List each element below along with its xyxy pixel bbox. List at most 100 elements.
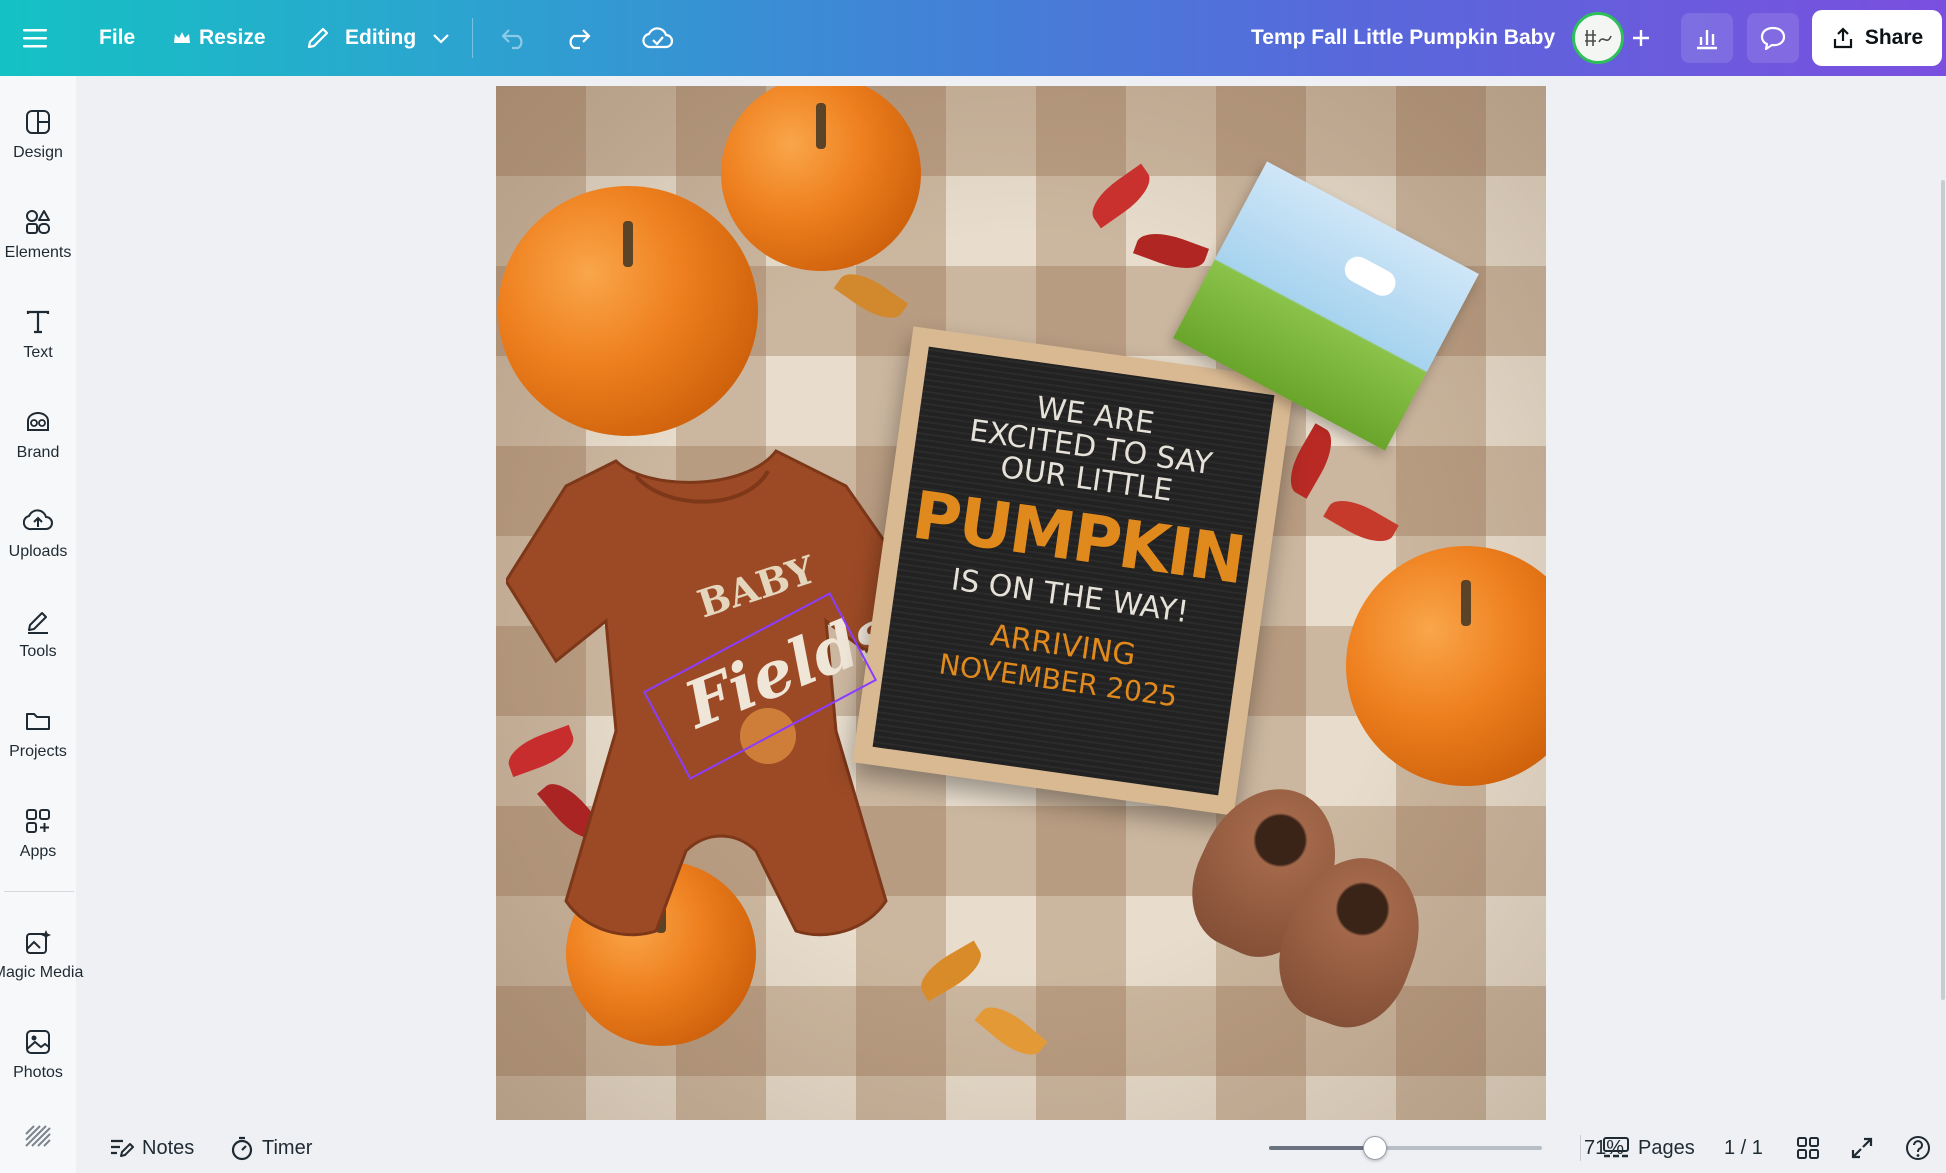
- share-upload-icon: [1833, 27, 1852, 49]
- text-icon: [26, 310, 50, 334]
- sidebar-item-label: Tools: [19, 643, 57, 660]
- bar-chart-icon: [1697, 30, 1717, 50]
- pages-button[interactable]: Pages: [1602, 1123, 1695, 1173]
- sidebar-item-label: Uploads: [8, 543, 68, 560]
- hamburger-menu-icon: [23, 29, 47, 48]
- autumn-leaf: [1280, 423, 1342, 499]
- apps-icon: [26, 809, 50, 833]
- comment-icon: [1760, 26, 1786, 51]
- sidebar-item-elements[interactable]: Elements: [0, 208, 76, 262]
- comments-button[interactable]: [1747, 13, 1799, 63]
- share-button[interactable]: Share: [1812, 10, 1942, 66]
- toolbar-divider: [472, 18, 473, 58]
- editing-mode-label: Editing: [345, 26, 417, 49]
- pumpkin-image: [498, 186, 758, 436]
- letter-board: WE ARE EXCITED TO SAY OUR LITTLE PUMPKIN…: [852, 326, 1295, 816]
- sidebar-item-uploads[interactable]: Uploads: [0, 507, 76, 561]
- sidebar-item-text[interactable]: Text: [0, 308, 76, 362]
- sidebar-item-label: Magic Media: [0, 964, 84, 981]
- timer-label: Timer: [262, 1136, 313, 1159]
- autumn-leaf: [974, 997, 1048, 1065]
- sidebar-item-label: Design: [13, 144, 63, 161]
- main-menu-button[interactable]: [22, 0, 48, 76]
- invite-button[interactable]: [1630, 0, 1652, 76]
- pencil-icon: [307, 27, 329, 49]
- share-label: Share: [1864, 26, 1924, 49]
- left-sidebar: Design Elements Text Brand Uploads Tools…: [0, 76, 83, 1173]
- timer-icon: [231, 1136, 253, 1161]
- help-icon: [1906, 1136, 1930, 1160]
- sidebar-item-pattern[interactable]: [0, 1124, 76, 1148]
- brand-icon: [27, 411, 49, 431]
- bottombar-divider: [1580, 1135, 1581, 1161]
- expand-icon: [1851, 1137, 1873, 1159]
- top-toolbar: File Resize Editing Temp Fall Little Pum…: [0, 0, 1946, 76]
- design-icon: [26, 110, 50, 134]
- folder-icon: [26, 713, 50, 730]
- sidebar-item-label: Text: [23, 344, 53, 361]
- sidebar-item-label: Brand: [16, 444, 60, 461]
- cloud-check-icon: [642, 27, 674, 49]
- cloud-icon: [1340, 252, 1401, 301]
- zoom-slider-thumb[interactable]: [1363, 1136, 1388, 1160]
- resize-button[interactable]: Resize: [173, 0, 266, 76]
- autumn-leaf: [1083, 163, 1159, 229]
- notes-label: Notes: [142, 1136, 195, 1159]
- editing-mode-dropdown[interactable]: Editing: [305, 0, 450, 76]
- save-status-button[interactable]: [642, 0, 674, 76]
- photos-icon: [26, 1030, 50, 1054]
- autumn-leaf: [1132, 224, 1210, 278]
- user-avatar[interactable]: [1572, 12, 1624, 64]
- sidebar-item-label: Apps: [19, 843, 57, 860]
- sidebar-item-design[interactable]: Design: [0, 108, 76, 162]
- sidebar-item-brand[interactable]: Brand: [0, 408, 76, 462]
- plus-icon: [1633, 30, 1649, 46]
- design-title[interactable]: Temp Fall Little Pumpkin Baby: [1251, 0, 1555, 76]
- insights-button[interactable]: [1681, 13, 1733, 63]
- help-button[interactable]: [1904, 1123, 1932, 1173]
- elements-icon: [26, 210, 50, 234]
- pattern-icon: [25, 1125, 51, 1147]
- pumpkin-image: [721, 86, 921, 271]
- sidebar-item-label: Photos: [13, 1064, 63, 1081]
- undo-icon: [501, 29, 523, 50]
- timer-button[interactable]: Timer: [230, 1123, 312, 1173]
- page-counter[interactable]: 1 / 1: [1724, 1123, 1763, 1173]
- resize-label: Resize: [199, 26, 266, 49]
- notes-button[interactable]: Notes: [108, 1123, 194, 1173]
- crown-icon: [174, 32, 190, 43]
- sidebar-item-label: Projects: [9, 743, 67, 760]
- magic-media-icon: [26, 930, 51, 954]
- notes-icon: [111, 1139, 134, 1157]
- file-menu-button[interactable]: File: [99, 0, 135, 76]
- redo-button[interactable]: [564, 0, 592, 76]
- letter-board-surface: WE ARE EXCITED TO SAY OUR LITTLE PUMPKIN…: [872, 346, 1275, 796]
- undo-button[interactable]: [500, 0, 528, 76]
- sidebar-item-apps[interactable]: Apps: [0, 807, 76, 861]
- tools-icon: [28, 612, 48, 634]
- grid-view-icon: [1797, 1137, 1819, 1159]
- grid-view-button[interactable]: [1796, 1123, 1820, 1173]
- pages-label: Pages: [1638, 1136, 1695, 1159]
- sidebar-item-tools[interactable]: Tools: [0, 607, 76, 661]
- zoom-slider[interactable]: [1269, 1136, 1542, 1160]
- sidebar-item-photos[interactable]: Photos: [0, 1028, 76, 1082]
- autumn-leaf: [833, 263, 909, 329]
- zoom-slider-fill: [1269, 1146, 1376, 1150]
- bottom-toolbar: Notes Timer 71% Pages 1 / 1: [76, 1123, 1946, 1173]
- fullscreen-button[interactable]: [1850, 1123, 1874, 1173]
- pages-icon: [1603, 1137, 1629, 1158]
- sidebar-item-magic-media[interactable]: Magic Media: [0, 928, 84, 982]
- canvas-scrollbar[interactable]: [1941, 180, 1945, 1000]
- avatar-logo-icon: [1585, 30, 1612, 46]
- file-menu-label: File: [99, 26, 136, 49]
- page-count: 1 / 1: [1724, 1136, 1763, 1159]
- pumpkin-image: [1346, 546, 1546, 786]
- redo-icon: [569, 29, 591, 50]
- design-canvas[interactable]: BABY Fields WE ARE EXCITED TO SAY OUR LI…: [496, 86, 1546, 1120]
- uploads-icon: [23, 509, 53, 531]
- sidebar-item-projects[interactable]: Projects: [0, 707, 76, 761]
- sidebar-item-label: Elements: [4, 244, 72, 261]
- autumn-leaf: [1323, 490, 1399, 552]
- sidebar-divider: [4, 891, 74, 892]
